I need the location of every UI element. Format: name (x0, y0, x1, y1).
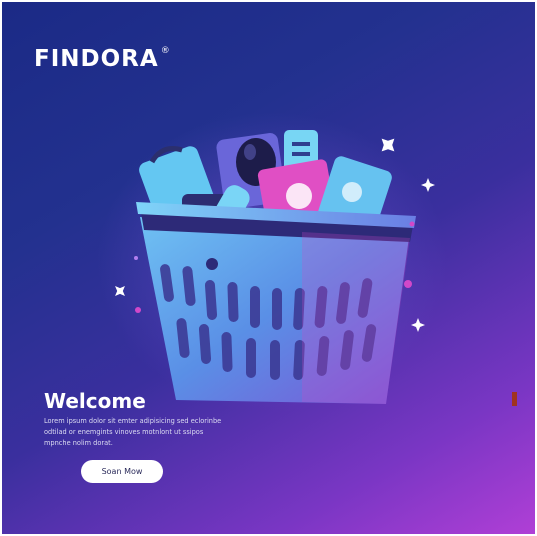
shopping-basket-illustration: A (97, 112, 447, 412)
welcome-screen: FINDORA ® Welcome Lorem ipsum dolor sit … (2, 2, 535, 534)
shopping-basket-icon (136, 202, 416, 404)
edge-marker (512, 392, 517, 406)
welcome-title: Welcome (44, 389, 146, 413)
welcome-description: Lorem ipsum dolor sit emter adipisicing … (44, 417, 222, 447)
cta-button[interactable]: Soan Mow (81, 460, 163, 483)
